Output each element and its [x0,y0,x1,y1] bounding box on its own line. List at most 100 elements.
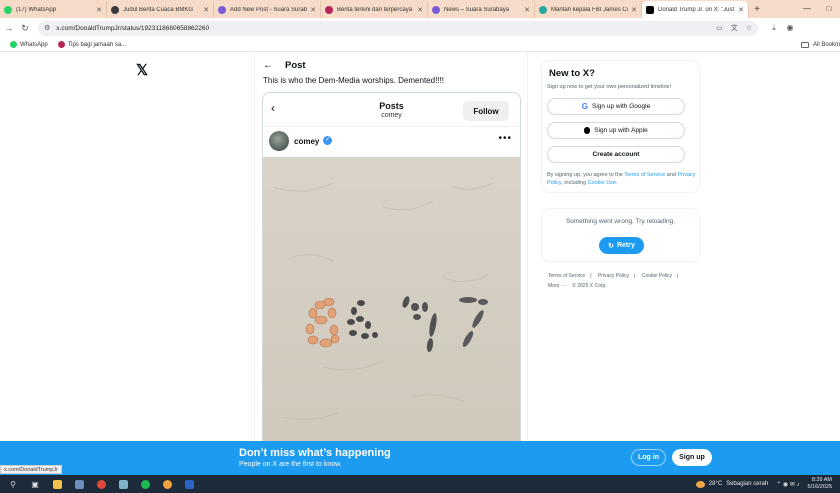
footer-terms-link[interactable]: Terms of Service [548,273,585,279]
task-view-icon[interactable]: ▣ [26,477,44,491]
system-tray: 28°C Sebagian cerah ⌃ ◉ ✉ ♪ 8:39 AM 5/16… [695,475,832,493]
close-tab-icon[interactable]: ✕ [96,6,102,14]
reload-icon[interactable]: ↻ [18,23,32,34]
new-tab-button[interactable]: + [749,1,765,18]
whatsapp-icon [10,41,17,48]
ig-header: ‹ Posts comey Follow [263,93,520,127]
clock-time: 8:39 AM [811,477,832,483]
terms-link[interactable]: Terms of Service [624,172,665,178]
terms-text: . [616,180,618,186]
weather-text: Sebagian cerah [726,481,769,487]
apple-signup-button[interactable]: Sign up with Apple [547,122,685,139]
clock-date: 5/16/2025 [807,484,832,490]
signup-card: New to X? Sign up now to get your own pe… [541,60,700,193]
app-icon[interactable] [70,477,88,491]
create-account-button[interactable]: Create account [547,146,685,163]
page-title: Post [285,59,306,71]
apple-signup-label: Sign up with Apple [594,127,648,134]
forward-icon[interactable]: → [2,23,16,33]
signup-title: New to X? [549,68,595,79]
search-icon[interactable]: ⚲ [4,477,22,491]
tab-title: News – Suara Surabaya [444,6,510,13]
footer-links: Terms of Service | Privacy Policy | Cookie… [548,271,698,291]
app-icon[interactable] [114,477,132,491]
x-icon [646,5,654,14]
cookie-link[interactable]: Cookie Use [588,180,616,186]
x-logo-icon[interactable]: 𝕏 [136,61,148,79]
footer-separator: | [634,273,636,279]
avatar[interactable] [269,131,289,151]
footer-separator: | [590,273,592,279]
browser-tab-active[interactable]: Donald Trump Jr. on X: "Just av ✕ [642,1,749,18]
error-message: Something went wrong. Try reloading. [565,218,676,225]
bookmark-star-icon[interactable]: ☆ [746,24,752,32]
browser-tab[interactable]: News – Suara Surabaya ✕ [428,1,535,18]
spotify-icon[interactable] [136,477,154,491]
browser-tab[interactable]: Judul Berita Cuaca BMKG ✕ [107,1,214,18]
google-signup-label: Sign up with Google [592,103,651,110]
footer-privacy-link[interactable]: Privacy Policy [598,273,629,279]
tab-title: (17) WhatsApp [16,6,57,13]
back-arrow-icon[interactable]: ← [263,60,273,71]
folder-icon [800,42,809,48]
close-tab-icon[interactable]: ✕ [738,6,744,14]
embedded-media[interactable]: ‹ Posts comey Follow comey ✓ ••• [262,92,521,441]
more-options-icon[interactable]: ••• [498,133,512,144]
browser-tab[interactable]: Mantan kepala FBI James Comey✕ [535,1,642,18]
retry-label: Retry [616,242,635,249]
footer-separator: | [677,273,679,279]
x-page: 𝕏 ← Post This is who the Dem-Media worsh… [0,52,840,441]
bookmark-tips[interactable]: Tips bagi jamaah sa... [57,41,127,48]
bookmark-whatsapp[interactable]: WhatsApp [10,41,48,48]
footer-more-link[interactable]: More ··· [548,283,566,289]
close-tab-icon[interactable]: ✕ [310,6,316,14]
tray-icons[interactable]: ⌃ ◉ ✉ ♪ [776,481,799,488]
bookmarks-bar: WhatsApp Tips bagi jamaah sa... All Book… [0,38,840,52]
chrome-active-icon[interactable] [158,477,176,491]
download-icon[interactable]: ⤓ [766,23,782,33]
browser-tab[interactable]: (17) WhatsApp ✕ [0,1,107,18]
footer-cookie-link[interactable]: Cookie Policy [642,273,672,279]
footer-copyright: © 2025 X Corp. [572,283,607,289]
maximize-icon[interactable]: □ [818,0,840,18]
follow-button[interactable]: Follow [463,101,509,121]
tab-title: Donald Trump Jr. on X: "Just av [658,6,736,13]
close-tab-icon[interactable]: ✕ [524,6,530,14]
site-info-icon[interactable]: ⚙ [44,24,50,32]
profile-icon[interactable]: ◉ [782,23,798,33]
tab-title: Berita terkini dan terpercaya in [337,6,415,13]
site-icon [218,5,226,14]
temperature: 28°C [708,481,723,487]
all-bookmarks[interactable]: All Bookm [800,38,840,52]
error-card: Something went wrong. Try reloading. ↻ Re… [541,208,700,262]
signup-button[interactable]: Sign up [672,449,712,466]
translate-icon[interactable]: 文 [731,23,738,33]
username[interactable]: comey [294,137,319,146]
beach-photo [263,157,520,441]
bookmark-label: Tips bagi jamaah sa... [67,41,127,48]
login-button[interactable]: Log in [631,449,666,466]
google-signup-button[interactable]: G Sign up with Google [547,98,685,115]
close-tab-icon[interactable]: ✕ [417,6,423,14]
site-icon [57,41,65,48]
retry-button[interactable]: ↻ Retry [599,237,644,254]
terms-text: By signing up, you agree to the [547,172,625,178]
file-explorer-icon[interactable] [48,477,66,491]
signup-terms: By signing up, you agree to the Terms of… [547,171,697,187]
clock[interactable]: 8:39 AM 5/16/2025 [808,477,832,491]
bookmark-label: All Bookm [812,42,840,48]
minimize-icon[interactable]: — [796,0,818,18]
browser-toolbar: → ↻ ⚙ x.com/DonaldTrumpJr/status/1923118… [0,18,840,38]
browser-tab[interactable]: Berita terkini dan terpercaya in ✕ [321,1,428,18]
close-tab-icon[interactable]: ✕ [631,6,637,14]
chrome-icon[interactable] [92,477,110,491]
windows-taskbar: ⚲ ▣ 28°C Sebagian cerah ⌃ ◉ ✉ ♪ 8:39 AM … [0,475,840,493]
install-icon[interactable]: ▭ [716,24,723,32]
tab-strip: (17) WhatsApp ✕ Judul Berita Cuaca BMKG ✕ … [0,0,840,18]
browser-tab[interactable]: Add New Post - Suara Surabaya✕ [214,1,321,18]
word-icon[interactable] [180,477,198,491]
whatsapp-icon [4,5,12,14]
address-bar[interactable]: ⚙ x.com/DonaldTrumpJr/status/19231186806… [38,20,758,36]
close-tab-icon[interactable]: ✕ [203,6,209,14]
tweet-text: This is who the Dem-Media worships. Deme… [263,76,444,85]
